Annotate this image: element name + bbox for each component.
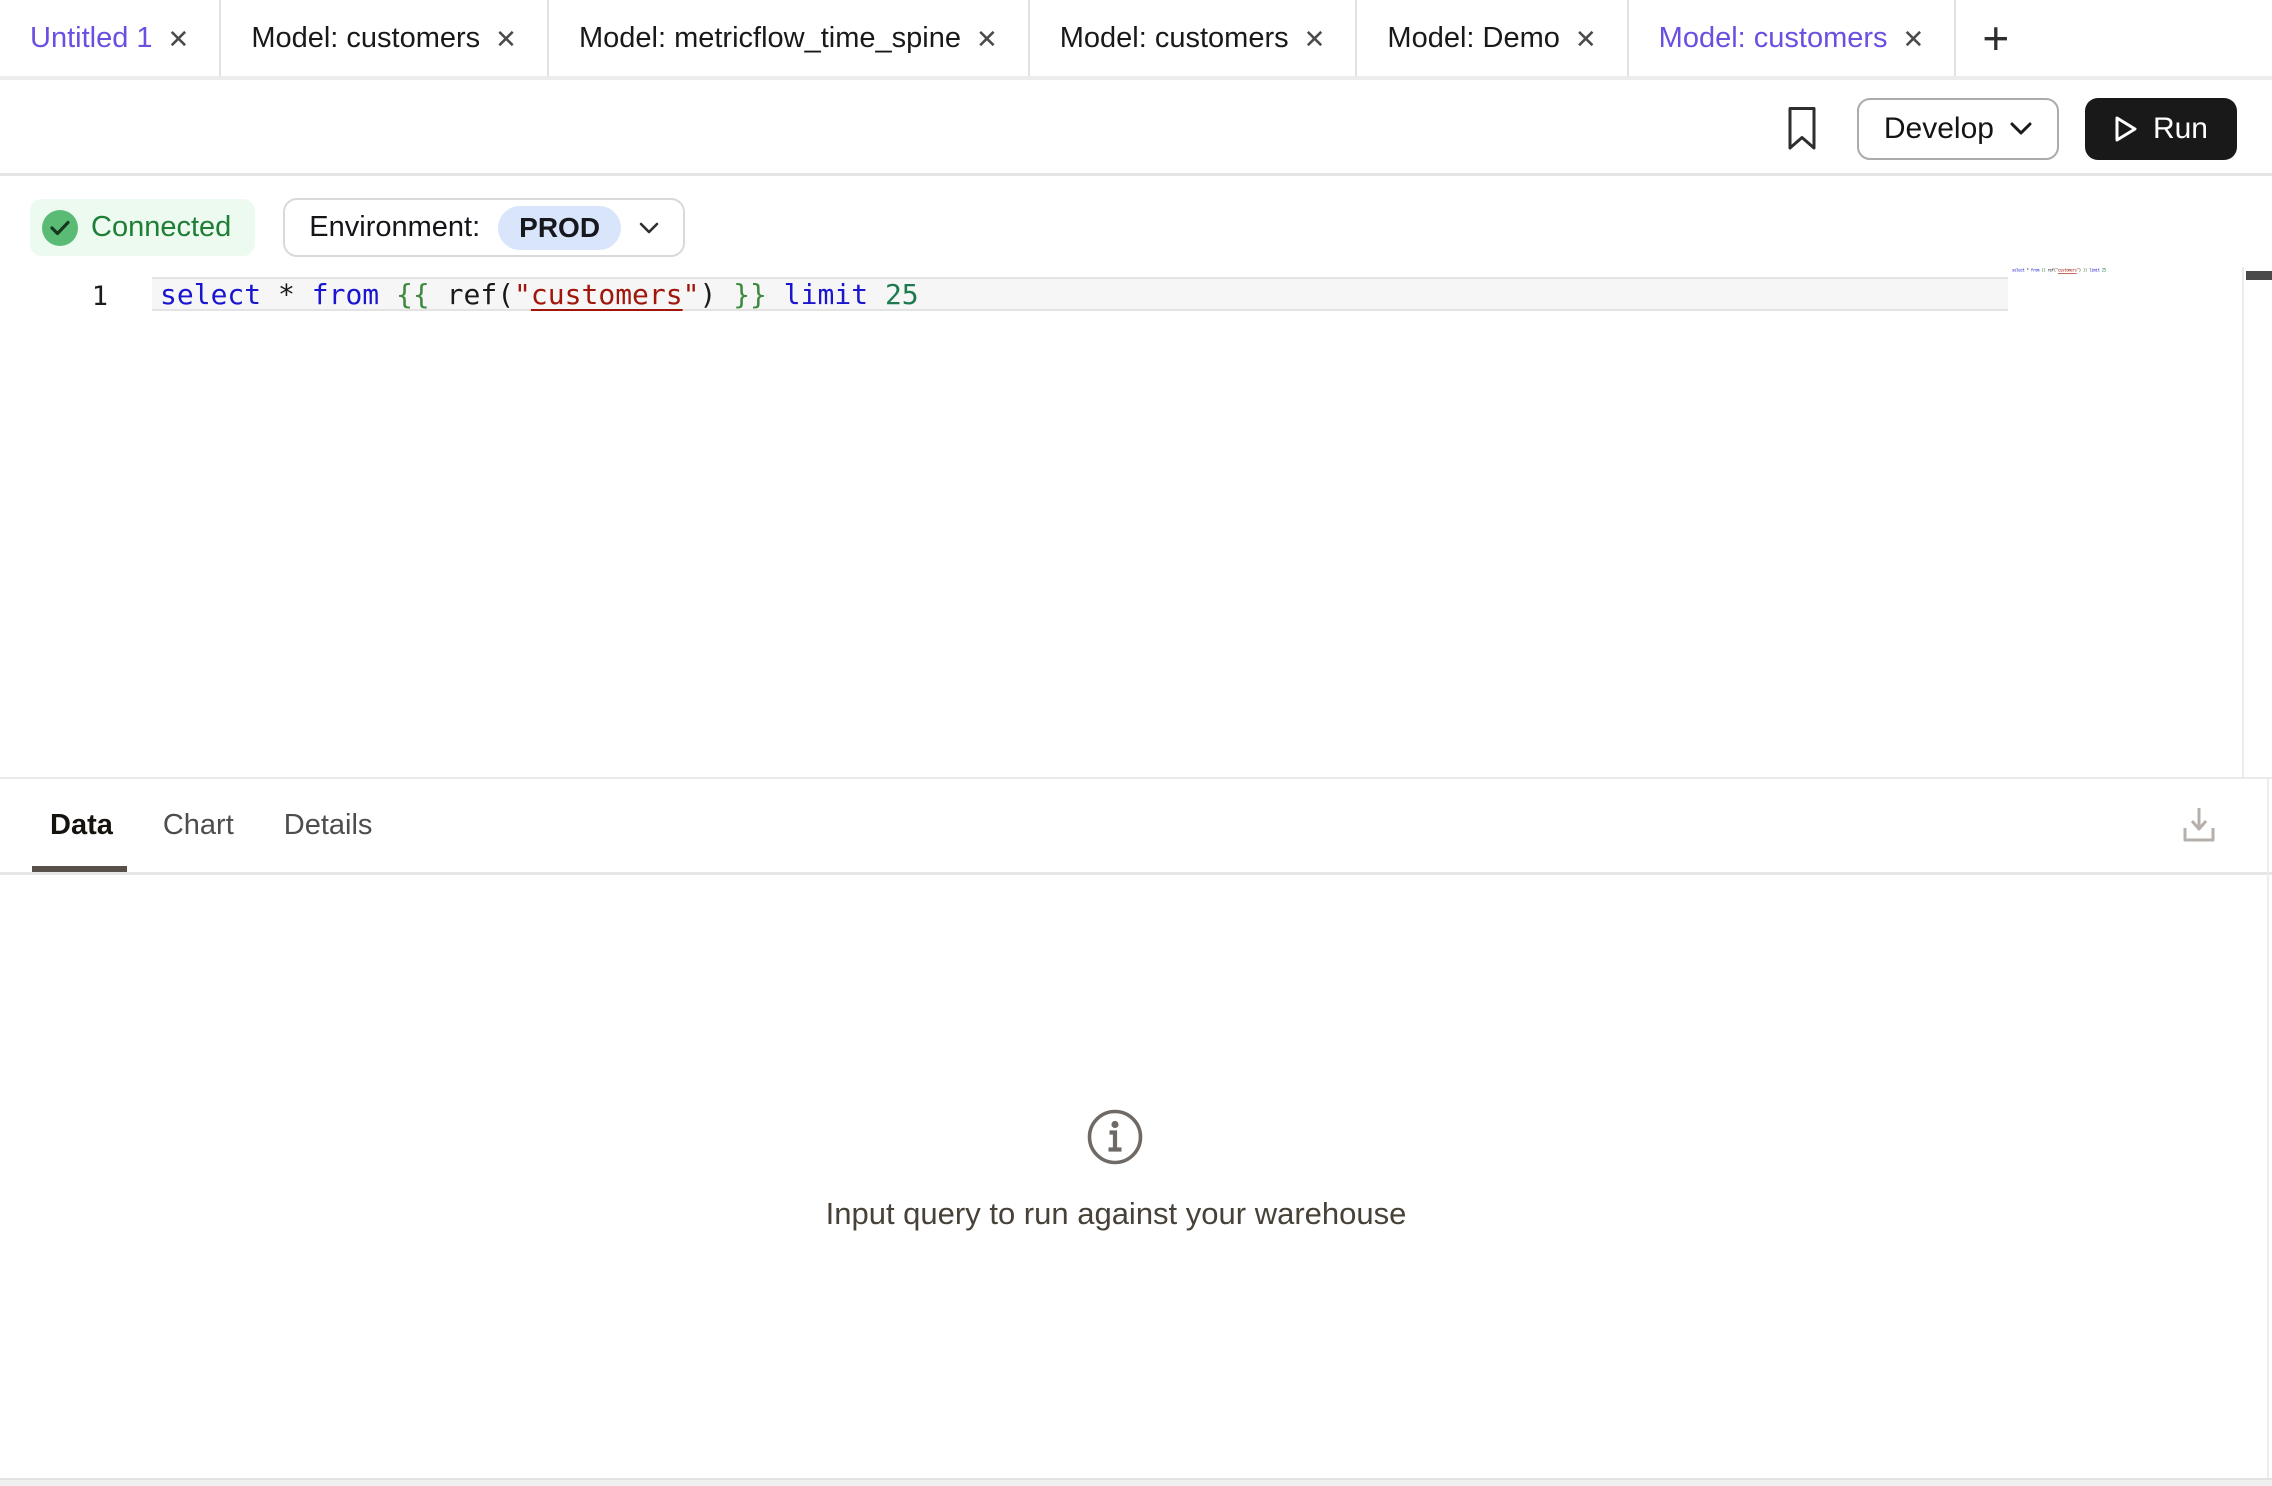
editor-scrollbar[interactable] [2242, 267, 2272, 777]
bookmark-button[interactable] [1787, 106, 1817, 152]
tab-model-customers[interactable]: Model: customers ✕ [221, 0, 549, 76]
close-tab-icon[interactable]: ✕ [1304, 24, 1326, 52]
code-token-keyword: select [2012, 268, 2025, 273]
develop-button[interactable]: Develop [1857, 98, 2059, 160]
line-number: 1 [0, 281, 108, 312]
tabs-container: Untitled 1✕Model: customers✕Model: metri… [0, 0, 1956, 76]
code-token-string-link[interactable]: customers [531, 278, 683, 311]
code-token-plain: ( [497, 278, 514, 311]
environment-selector[interactable]: Environment: PROD [283, 198, 685, 257]
run-label: Run [2153, 112, 2208, 146]
download-button[interactable] [2181, 804, 2217, 846]
results-tab-data[interactable]: Data [50, 809, 113, 842]
code-token-string-link[interactable]: customers [2058, 268, 2077, 273]
code-token-keyword: limit [2089, 268, 2099, 273]
code-token-plain [261, 278, 278, 311]
download-icon [2182, 806, 2216, 844]
empty-state-message: Input query to run against your warehous… [0, 1196, 2232, 1232]
results-tab-chart[interactable]: Chart [163, 809, 234, 842]
code-token-plain [430, 278, 447, 311]
code-token-number: 25 [885, 278, 919, 311]
develop-label: Develop [1884, 112, 1994, 146]
plus-icon: + [1982, 11, 2009, 65]
connection-status-badge: Connected [30, 199, 255, 256]
code-token-number: 25 [2102, 268, 2106, 273]
check-circle-icon [42, 210, 78, 246]
close-tab-icon[interactable]: ✕ [1903, 24, 1925, 52]
code-token-plain: ) [699, 278, 716, 311]
close-tab-icon[interactable]: ✕ [495, 24, 517, 52]
connected-label: Connected [91, 211, 231, 244]
play-icon [2114, 115, 2138, 143]
code-token-string: " [514, 278, 531, 311]
code-editor-line[interactable]: select * from {{ ref("customers") }} lim… [152, 277, 2008, 311]
code-token-plain: ref [447, 278, 498, 311]
close-tab-icon[interactable]: ✕ [168, 24, 190, 52]
code-token-keyword: from [2031, 268, 2039, 273]
tab-label: Model: customers [1060, 22, 1289, 55]
tab-label: Model: customers [1659, 22, 1888, 55]
code-token-string: " [683, 278, 700, 311]
code-token-plain [295, 278, 312, 311]
code-token-plain [379, 278, 396, 311]
chevron-down-icon [2010, 122, 2032, 135]
minimap-line: select * from {{ ref("customers") }} lim… [2012, 268, 2049, 273]
tab-label: Model: Demo [1387, 22, 1559, 55]
toolbar: Develop Run [0, 84, 2272, 176]
tab-label: Untitled 1 [30, 22, 153, 55]
info-icon [1086, 1108, 1144, 1166]
tab-model-metricflow-time-spine[interactable]: Model: metricflow_time_spine ✕ [549, 0, 1030, 76]
code-token-keyword: from [312, 278, 379, 311]
tab-untitled-1[interactable]: Untitled 1 ✕ [0, 0, 221, 76]
chevron-down-icon [639, 222, 659, 234]
code-token-bracket: }} [733, 278, 767, 311]
active-tab-underline [32, 866, 127, 872]
tab-model-customers[interactable]: Model: customers ✕ [1629, 0, 1957, 76]
close-tab-icon[interactable]: ✕ [1575, 24, 1597, 52]
scrollbar-thumb[interactable] [2246, 271, 2272, 280]
panel-right-border [2267, 777, 2269, 1478]
run-button[interactable]: Run [2085, 98, 2237, 160]
code-token-keyword: limit [784, 278, 868, 311]
tab-model-demo[interactable]: Model: Demo ✕ [1357, 0, 1628, 76]
code-token-plain [716, 278, 733, 311]
results-tab-details[interactable]: Details [284, 809, 373, 842]
results-tabs-border [0, 872, 2272, 875]
editor-minimap[interactable]: select * from {{ ref("customers") }} lim… [2012, 268, 2122, 288]
window-bottom-edge [0, 1478, 2272, 1486]
tab-label: Model: customers [251, 22, 480, 55]
dbt-studio-window: Untitled 1✕Model: customers✕Model: metri… [0, 0, 2272, 1486]
bookmark-icon [1787, 106, 1817, 152]
results-tab-bar: Data Chart Details [0, 779, 2272, 872]
code-token-plain [868, 278, 885, 311]
code-token-bracket: {{ [396, 278, 430, 311]
tab-label: Model: metricflow_time_spine [579, 22, 961, 55]
code-token-plain [767, 278, 784, 311]
code-token-keyword: select [160, 278, 261, 311]
tab-model-customers[interactable]: Model: customers ✕ [1030, 0, 1358, 76]
environment-label: Environment: [309, 211, 480, 244]
status-row: Connected Environment: PROD [30, 198, 685, 257]
add-tab-button[interactable]: + [1956, 0, 2035, 76]
environment-value-chip: PROD [498, 206, 621, 250]
close-tab-icon[interactable]: ✕ [976, 24, 998, 52]
editor-tab-bar: Untitled 1✕Model: customers✕Model: metri… [0, 0, 2272, 80]
code-token-plain: * [278, 278, 295, 311]
